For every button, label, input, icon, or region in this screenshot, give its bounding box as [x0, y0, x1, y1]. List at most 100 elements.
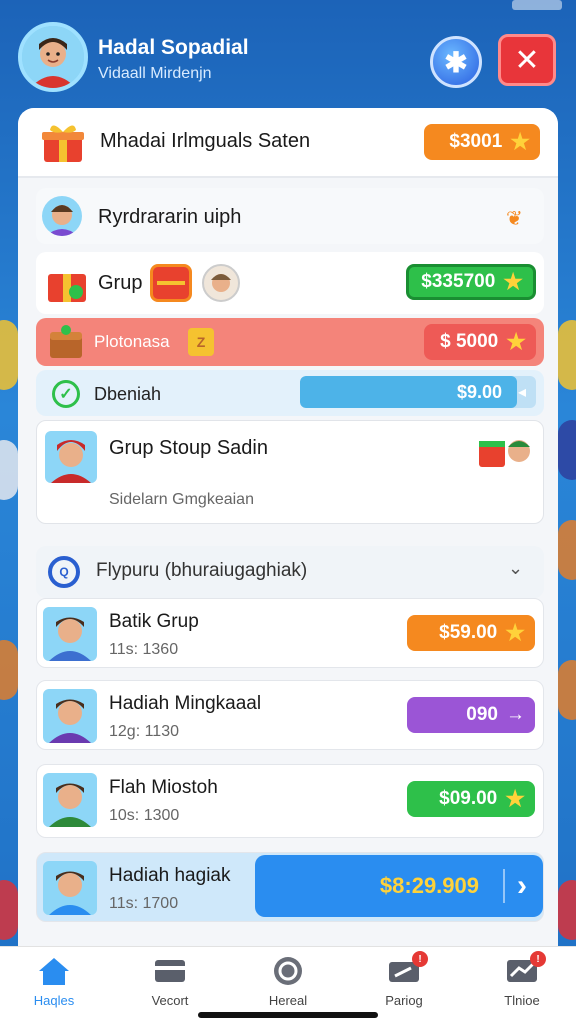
- send-icon: !: [386, 951, 428, 987]
- nav-item-pariog[interactable]: ! Pariog: [354, 951, 454, 1008]
- close-button[interactable]: ✕: [498, 34, 556, 86]
- settings-button[interactable]: ✱: [430, 36, 482, 88]
- group-card-subtitle: Sidelarn Gmgkeaian: [109, 491, 254, 508]
- notification-badge: !: [530, 951, 546, 967]
- group-card-avatar: [45, 431, 97, 483]
- nav-label: Tlnioe: [504, 993, 540, 1008]
- star-icon: ★: [506, 329, 526, 354]
- grup-row[interactable]: Grup $335700 ★: [36, 252, 544, 314]
- gift-box-icon: [46, 262, 88, 304]
- bg-deco-bottom: [0, 880, 18, 940]
- progress-row[interactable]: ✓ Dbeniah $9.00 ◂: [36, 370, 544, 416]
- star-icon: ★: [503, 269, 523, 294]
- list-item[interactable]: Batik Grup 11s: 1360 $59.00 ★: [36, 598, 544, 668]
- nav-label: Vecort: [151, 993, 189, 1008]
- player-avatar[interactable]: [18, 22, 88, 92]
- list-item[interactable]: Flah Miostoh 10s: 1300 $09.00 ★: [36, 764, 544, 838]
- list-item-value-button[interactable]: 090 →: [407, 697, 535, 733]
- bg-deco-left: [0, 640, 18, 700]
- list-item-value: $8:29.909: [379, 873, 479, 898]
- top-reward-label: Mhadai Irlmguals Saten: [100, 130, 311, 152]
- list-item-sub: 11s: 1700: [109, 895, 179, 912]
- list-item-name: Hadiah hagiak: [109, 865, 231, 886]
- circle-icon: [270, 955, 306, 987]
- progress-track: $9.00 ◂: [300, 376, 536, 408]
- progress-label: Dbeniah: [94, 384, 162, 404]
- nav-label: Hereal: [268, 993, 308, 1008]
- list-item-value-button[interactable]: $09.00 ★: [407, 781, 535, 817]
- progress-value: $9.00: [456, 382, 502, 402]
- coupon-icon: Z: [188, 328, 214, 356]
- bg-deco-left: [0, 440, 18, 500]
- player-name: Hadal Sopadial: [98, 36, 249, 59]
- list-item-value: $59.00: [439, 622, 498, 643]
- star-icon: ★: [505, 786, 525, 811]
- list-item-avatar: [43, 861, 97, 915]
- divider: [18, 176, 558, 178]
- asterisk-icon: ✱: [444, 46, 468, 78]
- promo-value-button[interactable]: $ 5000 ★: [424, 324, 536, 360]
- bg-deco-right: [558, 420, 576, 480]
- check-circle-icon: ✓: [52, 380, 80, 408]
- close-icon: ✕: [514, 43, 540, 77]
- top-reward-value-button[interactable]: $3001 ★: [424, 124, 540, 160]
- nav-item-hereal[interactable]: Hereal: [238, 955, 338, 1008]
- list-item-name: Hadiah Mingkaaal: [109, 693, 262, 714]
- section-a-label: Ryrdrararin uiph: [98, 206, 242, 228]
- arrow-left-icon: ◂: [517, 384, 526, 401]
- nav-item-vecort[interactable]: Vecort: [120, 955, 220, 1008]
- bg-deco-right: [558, 320, 576, 390]
- arrow-right-icon: →: [506, 704, 525, 725]
- bg-deco-left: [0, 320, 18, 390]
- chevron-right-icon: ›: [503, 869, 527, 903]
- bg-deco-right: [558, 660, 576, 720]
- list-item-name: Batik Grup: [109, 611, 199, 632]
- list-item-avatar: [43, 773, 97, 827]
- list-item-avatar: [43, 607, 97, 661]
- promo-value: $ 5000: [440, 331, 499, 352]
- nav-label: Haqles: [33, 993, 75, 1008]
- home-icon: [36, 955, 72, 987]
- header: Hadal Sopadial Vidaall Mirdenjn ✱ ✕: [0, 0, 576, 108]
- chart-icon: !: [504, 951, 546, 987]
- gift-icon: [40, 120, 86, 164]
- nav-item-home[interactable]: Haqles: [4, 955, 104, 1008]
- group-card-title: Grup Stoup Sadin: [109, 437, 268, 459]
- top-reward-value: $3001: [449, 131, 503, 152]
- grup-value-button[interactable]: $335700 ★: [406, 264, 536, 300]
- list-item-avatar: [43, 689, 97, 743]
- home-indicator: [198, 1012, 378, 1018]
- section-a-row[interactable]: Ryrdrararin uiph ❦: [36, 188, 544, 244]
- list-item-value-button[interactable]: $8:29.909 ›: [255, 855, 543, 917]
- promo-row[interactable]: Plotonasa Z $ 5000 ★: [36, 318, 544, 366]
- list-item-value: 090: [466, 704, 498, 725]
- bow-icon: ❦: [506, 208, 523, 230]
- card-icon: [152, 955, 188, 987]
- member-avatar: [202, 264, 240, 302]
- section-b-label: Flypuru (bhuraiugaghiak): [96, 560, 308, 581]
- bg-deco-bottom: [558, 880, 576, 940]
- top-reward-row[interactable]: Mhadai Irlmguals Saten $3001 ★: [18, 108, 558, 176]
- list-item[interactable]: Hadiah Mingkaaal 12g: 1130 090 →: [36, 680, 544, 750]
- list-item-sub: 12g: 1130: [109, 723, 179, 740]
- treasure-icon: [46, 322, 86, 362]
- grup-value: $335700: [421, 271, 496, 292]
- list-item-value: $09.00: [439, 788, 498, 809]
- nav-label: Pariog: [385, 993, 423, 1008]
- star-icon: ★: [505, 620, 525, 645]
- list-item-value-button[interactable]: $59.00 ★: [407, 615, 535, 651]
- search-icon: Q: [48, 556, 80, 588]
- chest-icon: [150, 264, 192, 302]
- notification-badge: !: [412, 951, 428, 967]
- group-badge-icon: [477, 433, 535, 469]
- list-item[interactable]: Hadiah hagiak 11s: 1700 $8:29.909 ›: [36, 852, 544, 922]
- section-b-row[interactable]: Q Flypuru (bhuraiugaghiak) ⌄: [36, 546, 544, 598]
- main-panel: Mhadai Irlmguals Saten $3001 ★ Ryrdrarar…: [18, 108, 558, 958]
- star-icon: ★: [510, 129, 530, 154]
- chevron-down-icon[interactable]: ⌄: [508, 558, 523, 579]
- nav-item-tlnioe[interactable]: ! Tlnioe: [472, 951, 572, 1008]
- group-card[interactable]: Grup Stoup Sadin Sidelarn Gmgkeaian: [36, 420, 544, 524]
- list-item-sub: 11s: 1360: [109, 641, 179, 658]
- status-bar: [512, 0, 562, 10]
- section-a-avatar: [42, 196, 82, 236]
